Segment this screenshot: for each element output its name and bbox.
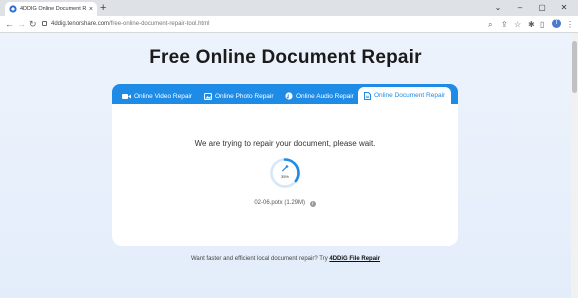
tool-tab-label: Online Photo Repair: [215, 92, 274, 100]
site-favicon-icon: [9, 5, 17, 13]
file-name: 02-06.potx: [254, 200, 283, 206]
reload-icon[interactable]: ↻: [29, 18, 37, 31]
tab-online-photo-repair[interactable]: Online Photo Repair: [204, 88, 274, 104]
browser-tab[interactable]: 4DDIG Online Document Repa ×: [5, 2, 97, 16]
tab-online-document-repair[interactable]: Online Document Repair: [358, 87, 452, 104]
tool-tab-label: Online Audio Repair: [296, 92, 354, 100]
browser-tab-strip: 4DDIG Online Document Repa × + ⌄ – ▢ ✕: [0, 0, 578, 16]
scrollbar-thumb[interactable]: [572, 41, 577, 93]
bookmark-star-icon[interactable]: ☆: [514, 18, 521, 31]
file-repair-link[interactable]: 4DDiG File Repair: [329, 256, 380, 262]
wrench-icon: [281, 164, 289, 172]
repair-progress-ring: 35%: [270, 158, 300, 188]
document-icon: [364, 91, 371, 100]
footer-promo: Want faster and efficient local document…: [0, 256, 571, 262]
tab-title: 4DDIG Online Document Repa: [20, 6, 86, 12]
sidepanel-icon[interactable]: ▯: [540, 18, 544, 31]
tab-online-audio-repair[interactable]: Online Audio Repair: [285, 88, 354, 104]
info-icon[interactable]: i: [309, 201, 316, 207]
lock-icon: [42, 21, 47, 26]
profile-avatar[interactable]: T: [552, 19, 561, 28]
tool-tabs: Online Video Repair Online Photo Repair …: [112, 84, 458, 104]
video-icon: [122, 93, 131, 100]
close-window-button[interactable]: ✕: [554, 0, 574, 14]
zoom-icon[interactable]: ⌕: [488, 18, 492, 31]
new-tab-button[interactable]: +: [100, 1, 106, 15]
tab-search-icon[interactable]: ⌄: [488, 0, 508, 14]
minimize-button[interactable]: –: [510, 0, 530, 14]
file-size: (1.29M): [284, 200, 306, 206]
repair-panel: We are trying to repair your document, p…: [112, 104, 458, 246]
progress-percent-label: 35%: [281, 174, 289, 179]
extensions-icon[interactable]: ✱: [528, 18, 535, 31]
file-info: 02-06.potx (1.29M) i: [112, 200, 458, 207]
tool-tab-label: Online Video Repair: [134, 92, 193, 100]
menu-kebab-icon[interactable]: ⋮: [566, 18, 574, 31]
footer-text: Want faster and efficient local document…: [190, 256, 328, 262]
page-title: Free Online Document Repair: [149, 47, 422, 68]
browser-toolbar: ← → ↻ 4ddig.tenorshare.com/free-online-d…: [0, 16, 578, 33]
audio-icon: [285, 92, 293, 100]
share-icon[interactable]: ⇪: [501, 18, 508, 31]
tool-tab-label: Online Document Repair: [374, 92, 446, 99]
forward-arrow-icon[interactable]: →: [17, 18, 26, 31]
maximize-button[interactable]: ▢: [532, 0, 552, 14]
repair-status-message: We are trying to repair your document, p…: [194, 139, 376, 148]
url-path: /free-online-document-repair-tool.html: [109, 21, 210, 27]
address-bar[interactable]: 4ddig.tenorshare.com/free-online-documen…: [42, 19, 209, 30]
tab-close-icon[interactable]: ×: [89, 6, 93, 13]
back-arrow-icon[interactable]: ←: [5, 18, 14, 31]
page-scrollbar[interactable]: [571, 33, 578, 298]
photo-icon: [204, 92, 212, 100]
url-domain: 4ddig.tenorshare.com: [51, 21, 110, 27]
tab-online-video-repair[interactable]: Online Video Repair: [122, 88, 192, 104]
